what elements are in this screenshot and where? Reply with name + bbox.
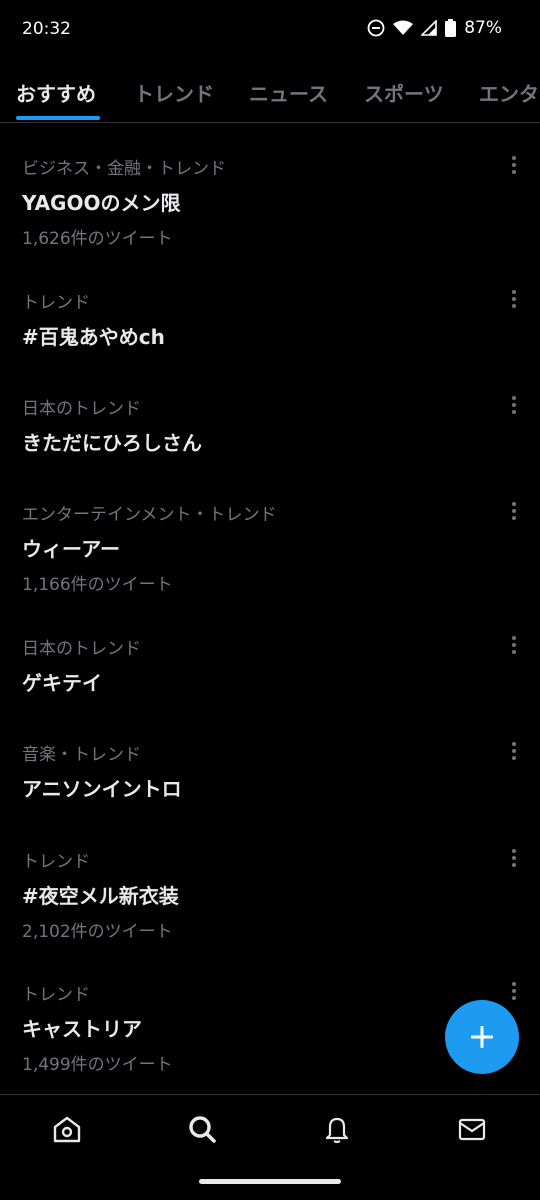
trend-tweet-count: 1,626件のツイート [22,229,173,249]
trend-item[interactable]: トレンド #百鬼あやめch [0,288,540,368]
trend-title: アニソンイントロ [22,777,182,801]
status-icons: 87% [367,18,502,38]
nav-notifications-button[interactable] [317,1113,357,1153]
nav-messages-button[interactable] [452,1113,492,1153]
bell-icon [317,1113,357,1145]
tab-entertainment[interactable]: エンタ [479,78,539,107]
nav-home-button[interactable] [47,1113,87,1153]
trend-category: トレンド [22,293,90,313]
battery-percent: 87% [464,18,502,38]
trend-item[interactable]: ビジネス・金融・トレンド YAGOOのメン限 1,626件のツイート [0,154,540,254]
more-vertical-icon[interactable] [507,740,521,762]
trend-title: ゲキテイ [22,671,102,695]
trend-category: ビジネス・金融・トレンド [22,159,226,179]
search-icon [182,1113,222,1145]
more-vertical-icon[interactable] [507,500,521,522]
battery-icon [445,19,457,37]
trend-category: トレンド [22,985,90,1005]
trend-title: YAGOOのメン限 [22,191,181,215]
gesture-home-indicator[interactable] [199,1179,341,1184]
wifi-icon [393,20,414,36]
more-vertical-icon[interactable] [507,154,521,176]
trend-title: #百鬼あやめch [22,325,165,349]
trend-title: ウィーアー [22,537,120,561]
active-tab-indicator [16,116,100,120]
more-vertical-icon[interactable] [507,288,521,310]
nav-search-button[interactable] [182,1113,222,1153]
bottom-navigation [0,1094,540,1200]
trend-category: エンターテインメント・トレンド [22,505,277,525]
home-icon [47,1113,87,1145]
trend-title: きただにひろしさん [22,431,202,455]
trend-title: キャストリア [22,1017,142,1041]
tab-news[interactable]: ニュース [249,78,328,107]
trend-tweet-count: 2,102件のツイート [22,922,173,942]
trend-tweet-count: 1,166件のツイート [22,575,173,595]
explore-tabs: おすすめ トレンド ニュース スポーツ エンタ [0,60,540,123]
trend-item[interactable]: 日本のトレンド ゲキテイ [0,634,540,714]
tab-trending[interactable]: トレンド [134,78,214,107]
tab-recommended[interactable]: おすすめ [16,78,96,107]
signal-icon [421,20,438,36]
more-vertical-icon[interactable] [507,634,521,656]
do-not-disturb-icon [367,19,385,37]
trend-category: 音楽・トレンド [22,745,141,765]
trend-title: #夜空メル新衣装 [22,884,179,908]
trend-category: 日本のトレンド [22,399,141,419]
more-vertical-icon[interactable] [507,394,521,416]
status-time: 20:32 [22,19,71,39]
compose-tweet-button[interactable] [445,1000,519,1074]
status-bar: 20:32 87% [0,0,540,60]
trend-item[interactable]: 日本のトレンド きただにひろしさん [0,394,540,474]
trend-item[interactable]: トレンド #夜空メル新衣装 2,102件のツイート [0,847,540,947]
trend-item[interactable]: 音楽・トレンド アニソンイントロ [0,740,540,820]
trend-tweet-count: 1,499件のツイート [22,1055,173,1075]
trend-category: 日本のトレンド [22,639,141,659]
mail-icon [452,1113,492,1145]
more-vertical-icon[interactable] [507,980,521,1002]
more-vertical-icon[interactable] [507,847,521,869]
trend-category: トレンド [22,852,90,872]
tab-sports[interactable]: スポーツ [364,78,444,107]
trend-item[interactable]: エンターテインメント・トレンド ウィーアー 1,166件のツイート [0,500,540,600]
